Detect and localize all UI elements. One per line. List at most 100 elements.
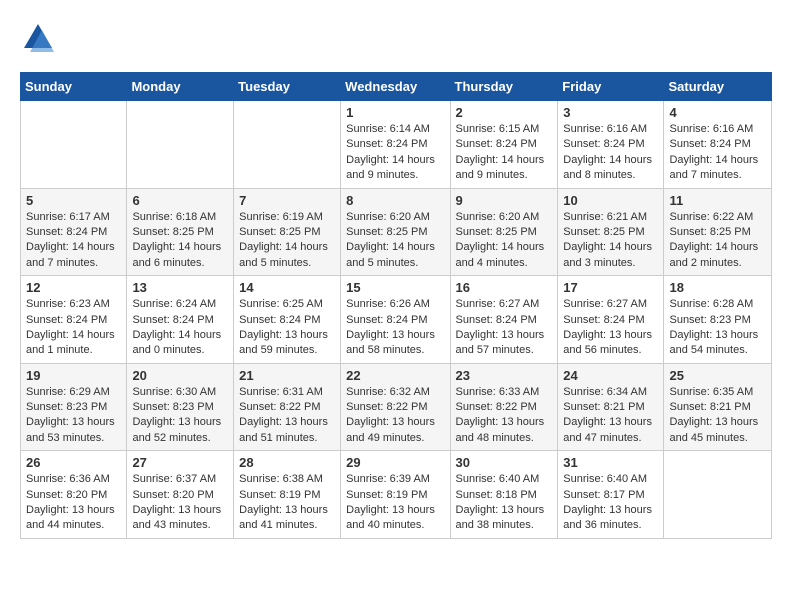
calendar-cell: 21 Sunrise: 6:31 AM Sunset: 8:22 PM Dayli… [234,363,341,451]
day-number: 21 [239,368,335,383]
day-number: 31 [563,455,658,470]
logo [20,20,60,56]
calendar-cell: 30 Sunrise: 6:40 AM Sunset: 8:18 PM Dayli… [450,451,558,539]
day-number: 11 [669,193,766,208]
calendar-cell: 17 Sunrise: 6:27 AM Sunset: 8:24 PM Dayli… [558,276,664,364]
day-number: 26 [26,455,121,470]
calendar-cell [234,101,341,189]
calendar-week-5: 26 Sunrise: 6:36 AM Sunset: 8:20 PM Dayli… [21,451,772,539]
calendar-cell: 13 Sunrise: 6:24 AM Sunset: 8:24 PM Dayli… [127,276,234,364]
calendar-cell: 16 Sunrise: 6:27 AM Sunset: 8:24 PM Dayli… [450,276,558,364]
day-number: 15 [346,280,444,295]
day-number: 23 [456,368,553,383]
day-number: 17 [563,280,658,295]
calendar-week-3: 12 Sunrise: 6:23 AM Sunset: 8:24 PM Dayli… [21,276,772,364]
day-info: Sunrise: 6:15 AM Sunset: 8:24 PM Dayligh… [456,122,553,184]
day-number: 7 [239,193,335,208]
calendar-cell: 24 Sunrise: 6:34 AM Sunset: 8:21 PM Dayli… [558,363,664,451]
calendar-cell: 3 Sunrise: 6:16 AM Sunset: 8:24 PM Daylig… [558,101,664,189]
day-info: Sunrise: 6:31 AM Sunset: 8:22 PM Dayligh… [239,385,335,447]
day-info: Sunrise: 6:39 AM Sunset: 8:19 PM Dayligh… [346,472,444,534]
day-info: Sunrise: 6:32 AM Sunset: 8:22 PM Dayligh… [346,385,444,447]
day-info: Sunrise: 6:18 AM Sunset: 8:25 PM Dayligh… [132,210,228,272]
day-number: 9 [456,193,553,208]
calendar-cell [127,101,234,189]
page: SundayMondayTuesdayWednesdayThursdayFrid… [0,0,792,559]
day-number: 3 [563,105,658,120]
calendar-cell: 11 Sunrise: 6:22 AM Sunset: 8:25 PM Dayli… [664,188,772,276]
calendar-cell: 6 Sunrise: 6:18 AM Sunset: 8:25 PM Daylig… [127,188,234,276]
calendar-cell: 7 Sunrise: 6:19 AM Sunset: 8:25 PM Daylig… [234,188,341,276]
calendar-cell [664,451,772,539]
calendar-week-1: 1Sunrise: 6:14 AM Sunset: 8:24 PM Daylig… [21,101,772,189]
day-info: Sunrise: 6:24 AM Sunset: 8:24 PM Dayligh… [132,297,228,359]
day-number: 24 [563,368,658,383]
day-number: 4 [669,105,766,120]
day-number: 22 [346,368,444,383]
day-number: 27 [132,455,228,470]
weekday-header-row: SundayMondayTuesdayWednesdayThursdayFrid… [21,73,772,101]
weekday-header-monday: Monday [127,73,234,101]
day-number: 8 [346,193,444,208]
day-info: Sunrise: 6:26 AM Sunset: 8:24 PM Dayligh… [346,297,444,359]
day-info: Sunrise: 6:29 AM Sunset: 8:23 PM Dayligh… [26,385,121,447]
calendar-cell: 23Sunrise: 6:33 AM Sunset: 8:22 PM Dayli… [450,363,558,451]
day-number: 12 [26,280,121,295]
day-info: Sunrise: 6:38 AM Sunset: 8:19 PM Dayligh… [239,472,335,534]
calendar-cell: 14 Sunrise: 6:25 AM Sunset: 8:24 PM Dayli… [234,276,341,364]
weekday-header-sunday: Sunday [21,73,127,101]
day-info: Sunrise: 6:16 AM Sunset: 8:24 PM Dayligh… [563,122,658,184]
day-number: 29 [346,455,444,470]
day-info: Sunrise: 6:27 AM Sunset: 8:24 PM Dayligh… [563,297,658,359]
day-number: 1 [346,105,444,120]
day-info: Sunrise: 6:28 AM Sunset: 8:23 PM Dayligh… [669,297,766,359]
day-info: Sunrise: 6:19 AM Sunset: 8:25 PM Dayligh… [239,210,335,272]
day-number: 5 [26,193,121,208]
day-number: 16 [456,280,553,295]
calendar-cell: 27 Sunrise: 6:37 AM Sunset: 8:20 PM Dayli… [127,451,234,539]
day-number: 18 [669,280,766,295]
day-info: Sunrise: 6:37 AM Sunset: 8:20 PM Dayligh… [132,472,228,534]
weekday-header-wednesday: Wednesday [341,73,450,101]
day-number: 6 [132,193,228,208]
day-info: Sunrise: 6:36 AM Sunset: 8:20 PM Dayligh… [26,472,121,534]
day-info: Sunrise: 6:23 AM Sunset: 8:24 PM Dayligh… [26,297,121,359]
day-info: Sunrise: 6:16 AM Sunset: 8:24 PM Dayligh… [669,122,766,184]
day-info: Sunrise: 6:40 AM Sunset: 8:17 PM Dayligh… [563,472,658,534]
calendar-cell: 12 Sunrise: 6:23 AM Sunset: 8:24 PM Dayli… [21,276,127,364]
day-info: Sunrise: 6:25 AM Sunset: 8:24 PM Dayligh… [239,297,335,359]
calendar-cell: 20 Sunrise: 6:30 AM Sunset: 8:23 PM Dayli… [127,363,234,451]
day-number: 20 [132,368,228,383]
calendar-cell: 8 Sunrise: 6:20 AM Sunset: 8:25 PM Daylig… [341,188,450,276]
day-info: Sunrise: 6:40 AM Sunset: 8:18 PM Dayligh… [456,472,553,534]
calendar-cell: 25 Sunrise: 6:35 AM Sunset: 8:21 PM Dayli… [664,363,772,451]
calendar-cell [21,101,127,189]
weekday-header-saturday: Saturday [664,73,772,101]
day-number: 13 [132,280,228,295]
weekday-header-thursday: Thursday [450,73,558,101]
calendar-cell: 19 Sunrise: 6:29 AM Sunset: 8:23 PM Dayli… [21,363,127,451]
calendar-week-4: 19 Sunrise: 6:29 AM Sunset: 8:23 PM Dayli… [21,363,772,451]
day-info: Sunrise: 6:22 AM Sunset: 8:25 PM Dayligh… [669,210,766,272]
day-info: Sunrise: 6:34 AM Sunset: 8:21 PM Dayligh… [563,385,658,447]
calendar-cell: 5Sunrise: 6:17 AM Sunset: 8:24 PM Daylig… [21,188,127,276]
day-number: 14 [239,280,335,295]
day-info: Sunrise: 6:35 AM Sunset: 8:21 PM Dayligh… [669,385,766,447]
day-info: Sunrise: 6:20 AM Sunset: 8:25 PM Dayligh… [456,210,553,272]
day-number: 2 [456,105,553,120]
day-number: 19 [26,368,121,383]
day-info: Sunrise: 6:20 AM Sunset: 8:25 PM Dayligh… [346,210,444,272]
day-number: 10 [563,193,658,208]
day-info: Sunrise: 6:30 AM Sunset: 8:23 PM Dayligh… [132,385,228,447]
calendar-cell: 31 Sunrise: 6:40 AM Sunset: 8:17 PM Dayli… [558,451,664,539]
day-number: 30 [456,455,553,470]
calendar-cell: 18 Sunrise: 6:28 AM Sunset: 8:23 PM Dayli… [664,276,772,364]
calendar-cell: 22 Sunrise: 6:32 AM Sunset: 8:22 PM Dayli… [341,363,450,451]
weekday-header-tuesday: Tuesday [234,73,341,101]
calendar-cell: 2 Sunrise: 6:15 AM Sunset: 8:24 PM Daylig… [450,101,558,189]
day-info: Sunrise: 6:27 AM Sunset: 8:24 PM Dayligh… [456,297,553,359]
calendar-cell: 1Sunrise: 6:14 AM Sunset: 8:24 PM Daylig… [341,101,450,189]
day-number: 25 [669,368,766,383]
calendar-cell: 9 Sunrise: 6:20 AM Sunset: 8:25 PM Daylig… [450,188,558,276]
logo-icon [20,20,56,56]
